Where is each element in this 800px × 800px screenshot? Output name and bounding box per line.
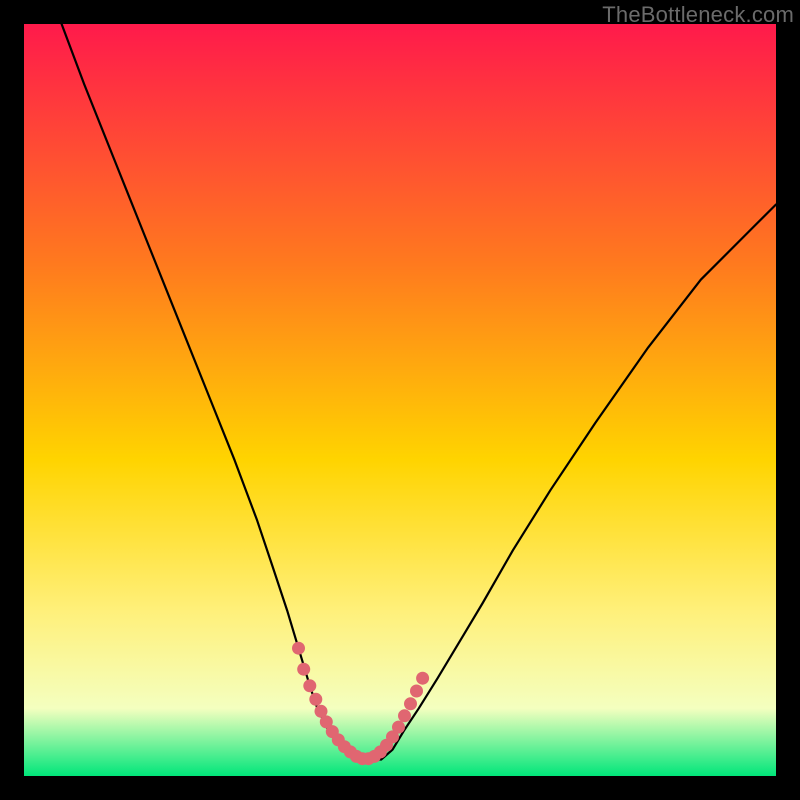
marker-dot — [416, 672, 429, 685]
bottleneck-chart — [24, 24, 776, 776]
marker-dot — [309, 693, 322, 706]
marker-dot — [404, 697, 417, 710]
marker-dot — [398, 709, 411, 722]
marker-dot — [292, 642, 305, 655]
chart-frame — [24, 24, 776, 776]
marker-dot — [410, 685, 423, 698]
marker-dot — [392, 721, 405, 734]
marker-dot — [297, 663, 310, 676]
gradient-background — [24, 24, 776, 776]
watermark-text: TheBottleneck.com — [602, 2, 794, 28]
marker-dot — [303, 679, 316, 692]
